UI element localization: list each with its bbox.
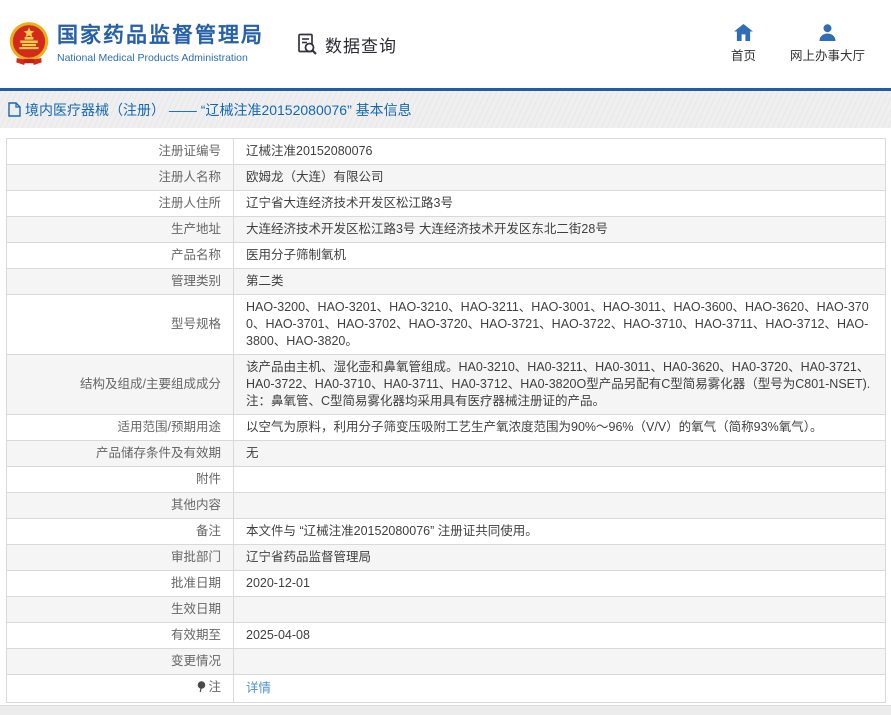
table-row: 型号规格 HAO-3200、HAO-3201、HAO-3210、HAO-3211…: [6, 294, 886, 355]
row-value: 大连经济技术开发区松江路3号 大连经济技术开发区东北二街28号: [233, 216, 886, 243]
page-header: 国家药品监督管理局 National Medical Products Admi…: [0, 0, 891, 88]
row-label: 管理类别: [6, 268, 234, 295]
table-row: 生产地址 大连经济技术开发区松江路3号 大连经济技术开发区东北二街28号: [6, 216, 886, 243]
row-value: 欧姆龙（大连）有限公司: [233, 164, 886, 191]
row-value: 该产品由主机、湿化壶和鼻氧管组成。HA0-3210、HA0-3211、HA0-3…: [233, 354, 886, 415]
org-name-cn: 国家药品监督管理局: [57, 24, 264, 47]
row-value: 医用分子筛制氧机: [233, 242, 886, 269]
row-value: [233, 466, 886, 493]
page-bottom-strip: [0, 705, 891, 715]
table-row: 注册证编号 辽械注准20152080076: [6, 138, 886, 165]
row-label: 备注: [6, 518, 234, 545]
national-emblem-icon: [9, 22, 49, 65]
row-value: HAO-3200、HAO-3201、HAO-3210、HAO-3211、HAO-…: [233, 294, 886, 355]
nav-home-label: 首页: [730, 49, 756, 63]
row-label: 审批部门: [6, 544, 234, 571]
table-row: 适用范围/预期用途 以空气为原料，利用分子筛变压吸附工艺生产氧浓度范围为90%～…: [6, 414, 886, 441]
table-row: 附件: [6, 466, 886, 493]
row-label: 适用范围/预期用途: [6, 414, 234, 441]
header-nav: 首页 网上办事大厅: [731, 24, 865, 64]
table-row: 注册人住所 辽宁省大连经济技术开发区松江路3号: [6, 190, 886, 217]
row-label: 产品名称: [6, 242, 234, 269]
row-value: 详情: [233, 674, 886, 703]
row-value: [233, 492, 886, 519]
row-label: 注册人名称: [6, 164, 234, 191]
note-label: 注: [208, 680, 221, 694]
row-value: [233, 596, 886, 623]
registration-info-table-wrap: 注册证编号 辽械注准20152080076 注册人名称 欧姆龙（大连）有限公司 …: [0, 128, 891, 703]
row-value: 辽宁省药品监督管理局: [233, 544, 886, 571]
row-label: 其他内容: [6, 492, 234, 519]
document-icon: [8, 102, 21, 117]
user-icon: [819, 24, 836, 41]
row-label: 附件: [6, 466, 234, 493]
row-value: 2020-12-01: [233, 570, 886, 597]
row-value: 2025-04-08: [233, 622, 886, 649]
row-value: 第二类: [233, 268, 886, 295]
row-value: 本文件与 “辽械注准20152080076” 注册证共同使用。: [233, 518, 886, 545]
row-label: 产品储存条件及有效期: [6, 440, 234, 467]
table-row: 产品储存条件及有效期 无: [6, 440, 886, 467]
nav-home[interactable]: 首页: [731, 24, 756, 64]
table-row: 有效期至 2025-04-08: [6, 622, 886, 649]
row-value: 辽宁省大连经济技术开发区松江路3号: [233, 190, 886, 217]
row-label: 有效期至: [6, 622, 234, 649]
row-value: 以空气为原料，利用分子筛变压吸附工艺生产氧浓度范围为90%～96%（V/V）的氧…: [233, 414, 886, 441]
row-label: 生产地址: [6, 216, 234, 243]
row-value: 辽械注准20152080076: [233, 138, 886, 165]
breadcrumb-text: 境内医疗器械（注册） —— “辽械注准20152080076” 基本信息: [25, 101, 412, 118]
table-row-note: 注 详情: [6, 674, 886, 703]
data-query-label: 数据查询: [325, 36, 397, 56]
home-icon: [734, 24, 753, 41]
table-row: 注册人名称 欧姆龙（大连）有限公司: [6, 164, 886, 191]
table-row: 管理类别 第二类: [6, 268, 886, 295]
row-label: 生效日期: [6, 596, 234, 623]
table-row: 产品名称 医用分子筛制氧机: [6, 242, 886, 269]
row-value: [233, 648, 886, 675]
table-row: 备注 本文件与 “辽械注准20152080076” 注册证共同使用。: [6, 518, 886, 545]
table-row: 批准日期 2020-12-01: [6, 570, 886, 597]
org-name-en: National Medical Products Administration: [57, 52, 248, 64]
row-label: 结构及组成/主要组成成分: [6, 354, 234, 415]
document-search-icon: [298, 33, 317, 55]
row-label: 批准日期: [6, 570, 234, 597]
registration-info-table: 注册证编号 辽械注准20152080076 注册人名称 欧姆龙（大连）有限公司 …: [6, 138, 886, 703]
nav-service-hall-label: 网上办事大厅: [789, 49, 865, 63]
breadcrumb: 境内医疗器械（注册） —— “辽械注准20152080076” 基本信息: [0, 91, 891, 128]
detail-link[interactable]: 详情: [246, 681, 271, 695]
row-label: 注册人住所: [6, 190, 234, 217]
row-label: 注: [6, 674, 234, 703]
row-label: 变更情况: [6, 648, 234, 675]
row-label: 注册证编号: [6, 138, 234, 165]
table-row: 结构及组成/主要组成成分 该产品由主机、湿化壶和鼻氧管组成。HA0-3210、H…: [6, 354, 886, 415]
table-row: 审批部门 辽宁省药品监督管理局: [6, 544, 886, 571]
table-row: 变更情况: [6, 648, 886, 675]
row-label: 型号规格: [6, 294, 234, 355]
table-row: 生效日期: [6, 596, 886, 623]
nav-service-hall[interactable]: 网上办事大厅: [790, 24, 865, 64]
row-value: 无: [233, 440, 886, 467]
note-pin-icon: [197, 681, 206, 698]
table-row: 其他内容: [6, 492, 886, 519]
data-query-section[interactable]: 数据查询: [296, 32, 397, 57]
site-logo[interactable]: 国家药品监督管理局 National Medical Products Admi…: [8, 21, 264, 67]
